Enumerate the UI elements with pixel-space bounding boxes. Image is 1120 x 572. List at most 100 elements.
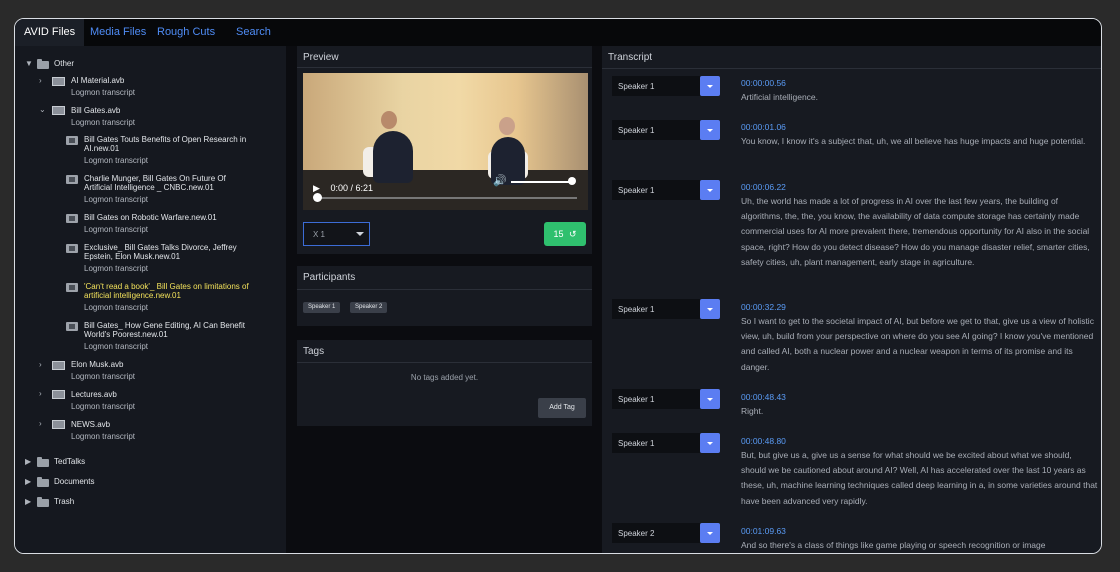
tags-empty-message: No tags added yet. [410,373,479,382]
speaker-dropdown-button[interactable] [700,180,720,200]
speaker-select[interactable]: Speaker 1 [612,76,700,96]
speaker-dropdown-button[interactable] [700,523,720,543]
bin-file-icon [52,390,65,399]
tab-rough-cuts[interactable]: Rough Cuts [157,19,215,46]
clip-icon [66,136,78,145]
tree-item-bill-gates[interactable]: Bill Gates.avb [71,106,120,115]
clip-subtitle: Logmon transcript [84,195,149,204]
clip-icon [66,322,78,331]
tree-item-subtitle: Logmon transcript [71,432,136,441]
segment-timestamp[interactable]: 00:00:48.43 [741,392,786,402]
segment-timestamp[interactable]: 00:00:32.29 [741,302,786,312]
tree-folder-documents[interactable]: Documents [54,477,94,486]
chevron-right-icon[interactable]: ▶ [25,497,31,506]
speaker-name: Speaker 1 [618,82,655,91]
tree-folder-trash[interactable]: Trash [54,497,74,506]
clip-item[interactable]: Charlie Munger, Bill Gates On Future Of [84,174,226,183]
bin-file-icon [52,420,65,429]
clip-item-line2[interactable]: World's Poorest.new.01 [84,330,168,339]
playback-speed-select[interactable]: X 1 [303,222,370,246]
chevron-down-icon[interactable]: ⌄ [39,105,46,114]
clip-item[interactable]: Bill Gates Touts Benefits of Open Resear… [84,135,246,144]
chevron-right-icon[interactable]: › [39,419,42,428]
segment-timestamp[interactable]: 00:01:09.63 [741,526,786,536]
progress-knob[interactable] [313,193,322,202]
segment-text[interactable]: Uh, the world has made a lot of progress… [741,194,1099,270]
clip-item-line2[interactable]: Artificial Intelligence _ CNBC.new.01 [84,183,214,192]
clip-icon [66,175,78,184]
tab-search[interactable]: Search [236,19,271,46]
speaker-dropdown-button[interactable] [700,389,720,409]
speaker-name: Speaker 1 [618,439,655,448]
clip-item-selected-line2[interactable]: artificial intelligence.new.01 [84,291,181,300]
preview-title: Preview [303,52,339,63]
tree-item-lectures[interactable]: Lectures.avb [71,390,117,399]
participants-title: Participants [303,272,356,283]
time-readout: 0:00 / 6:21 [330,183,373,193]
clip-item[interactable]: Bill Gates on Robotic Warfare.new.01 [84,213,217,222]
add-tag-button[interactable]: Add Tag [538,398,586,418]
speaker-dropdown-button[interactable] [700,299,720,319]
clip-item-selected[interactable]: 'Can't read a book'_ Bill Gates on limit… [84,282,249,291]
tree-item-elon-musk[interactable]: Elon Musk.avb [71,360,123,369]
segment-text[interactable]: And so there's a class of things like ga… [741,538,1099,553]
volume-slider[interactable] [511,181,573,183]
transcript-title: Transcript [608,52,653,63]
tree-folder-other[interactable]: Other [54,59,74,68]
segment-timestamp[interactable]: 00:00:06.22 [741,182,786,192]
speaker-left-head [381,111,397,129]
speaker-select[interactable]: Speaker 2 [612,523,700,543]
segment-text[interactable]: But, but give us a, give us a sense for … [741,448,1099,509]
chevron-right-icon[interactable]: ▶ [25,477,31,486]
divider [297,67,592,68]
clip-subtitle: Logmon transcript [84,264,149,273]
speaker-select[interactable]: Speaker 1 [612,299,700,319]
volume-knob[interactable] [568,177,576,185]
segment-timestamp[interactable]: 00:00:00.56 [741,78,786,88]
speaker-name: Speaker 1 [618,395,655,404]
progress-bar[interactable] [317,197,577,199]
tab-avid-files[interactable]: AVID Files [15,19,85,46]
volume-icon[interactable]: 🔊 [493,174,507,187]
tree-item-ai-material[interactable]: AI Material.avb [71,76,124,85]
participant-chip[interactable]: Speaker 2 [350,302,388,313]
segment-text[interactable]: So I want to get to the societal impact … [741,314,1099,375]
clip-item[interactable]: Exclusive_ Bill Gates Talks Divorce, Jef… [84,243,237,252]
tree-item-news[interactable]: NEWS.avb [71,420,110,429]
participant-chip[interactable]: Speaker 1 [303,302,341,313]
clip-subtitle: Logmon transcript [84,225,149,234]
segment-timestamp[interactable]: 00:00:48.80 [741,436,786,446]
video-player[interactable]: ▶ 0:00 / 6:21 🔊 [303,73,588,210]
chevron-right-icon[interactable]: › [39,76,42,85]
skip-back-button[interactable]: 15 ↺ [544,222,586,246]
play-icon[interactable]: ▶ [313,183,320,193]
segment-text[interactable]: You know, I know it's a subject that, uh… [741,134,1099,149]
tree-item-subtitle: Logmon transcript [71,118,136,127]
speaker-name: Speaker 1 [618,305,655,314]
tree-folder-tedtalks[interactable]: TedTalks [54,457,85,466]
file-tree-sidebar: ▼ Other › AI Material.avb Logmon transcr… [15,46,286,553]
clip-icon [66,244,78,253]
speaker-select[interactable]: Speaker 1 [612,389,700,409]
speaker-dropdown-button[interactable] [700,76,720,96]
folder-icon [37,457,49,467]
segment-text[interactable]: Artificial intelligence. [741,90,1099,105]
clip-item-line2[interactable]: AI.new.01 [84,144,119,153]
chevron-right-icon[interactable]: ▶ [25,457,31,466]
clip-item[interactable]: Bill Gates_ How Gene Editing, AI Can Ben… [84,321,245,330]
clip-item-line2[interactable]: Epstein, Elon Musk.new.01 [84,252,180,261]
chevron-down-icon[interactable]: ▼ [25,59,33,68]
chevron-down-icon [356,232,364,236]
segment-timestamp[interactable]: 00:00:01.06 [741,122,786,132]
folder-icon [37,59,49,69]
speaker-select[interactable]: Speaker 1 [612,180,700,200]
speaker-select[interactable]: Speaker 1 [612,433,700,453]
speaker-dropdown-button[interactable] [700,433,720,453]
segment-text[interactable]: Right. [741,404,1099,419]
speaker-select[interactable]: Speaker 1 [612,120,700,140]
chevron-right-icon[interactable]: › [39,389,42,398]
top-tab-bar: AVID Files Media Files Rough Cuts Search [15,19,1101,46]
chevron-right-icon[interactable]: › [39,360,42,369]
tab-media-files[interactable]: Media Files [90,19,146,46]
speaker-dropdown-button[interactable] [700,120,720,140]
